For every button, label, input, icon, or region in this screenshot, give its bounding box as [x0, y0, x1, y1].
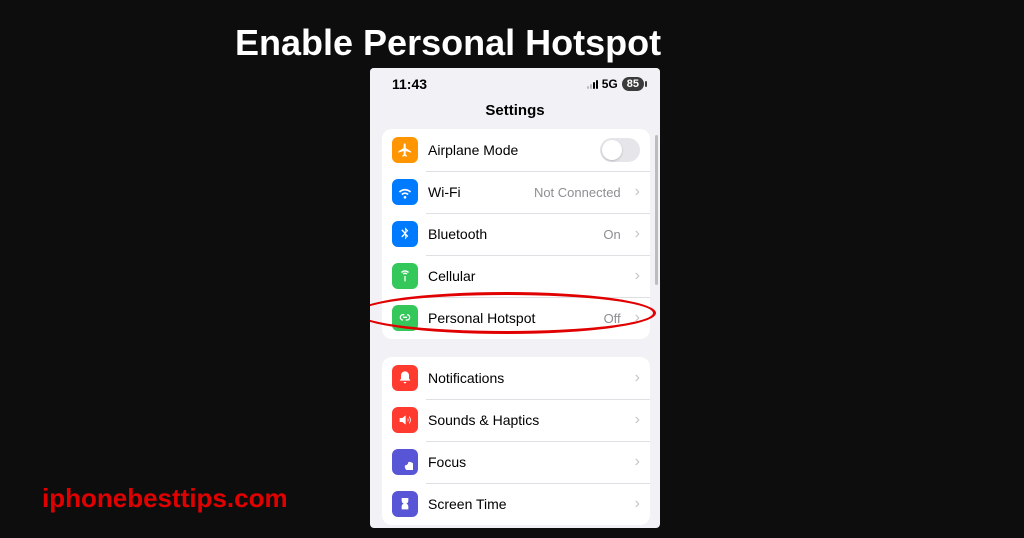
chevron-right-icon: ›: [635, 411, 640, 429]
screentime-icon: [392, 491, 418, 517]
row-focus[interactable]: Focus ›: [382, 441, 650, 483]
row-notifications[interactable]: Notifications ›: [382, 357, 650, 399]
row-label: Airplane Mode: [428, 142, 590, 158]
hotspot-icon: [392, 305, 418, 331]
row-cellular[interactable]: Cellular ›: [382, 255, 650, 297]
chevron-right-icon: ›: [635, 183, 640, 201]
watermark-text: iphonebesttips.com: [42, 483, 288, 514]
chevron-right-icon: ›: [635, 495, 640, 513]
network-label: 5G: [602, 77, 618, 91]
scrollbar[interactable]: [655, 135, 658, 285]
row-label: Screen Time: [428, 496, 621, 512]
bluetooth-icon: [392, 221, 418, 247]
sounds-icon: [392, 407, 418, 433]
chevron-right-icon: ›: [635, 369, 640, 387]
row-screen-time[interactable]: Screen Time ›: [382, 483, 650, 525]
row-value: Off: [604, 311, 621, 326]
row-label: Bluetooth: [428, 226, 593, 242]
status-bar: 11:43 5G 85: [370, 68, 660, 96]
row-bluetooth[interactable]: Bluetooth On ›: [382, 213, 650, 255]
settings-list: Airplane Mode Wi-Fi Not Connected › Blue…: [370, 129, 660, 528]
wifi-icon: [392, 179, 418, 205]
airplane-icon: [392, 137, 418, 163]
row-label: Notifications: [428, 370, 621, 386]
row-value: On: [603, 227, 620, 242]
settings-group-notifications: Notifications › Sounds & Haptics › Focus…: [382, 357, 650, 525]
chevron-right-icon: ›: [635, 453, 640, 471]
nav-title: Settings: [370, 96, 660, 129]
row-label: Personal Hotspot: [428, 310, 594, 326]
chevron-right-icon: ›: [635, 309, 640, 327]
page-heading: Enable Personal Hotspot: [235, 22, 661, 64]
phone-screenshot: 11:43 5G 85 Settings Airplane Mode Wi-F: [370, 68, 660, 528]
chevron-right-icon: ›: [635, 225, 640, 243]
focus-icon: [392, 449, 418, 475]
row-personal-hotspot[interactable]: Personal Hotspot Off ›: [382, 297, 650, 339]
row-value: Not Connected: [534, 185, 621, 200]
settings-group-connectivity: Airplane Mode Wi-Fi Not Connected › Blue…: [382, 129, 650, 339]
chevron-right-icon: ›: [635, 267, 640, 285]
notifications-icon: [392, 365, 418, 391]
battery-icon: 85: [622, 77, 644, 91]
cellular-icon: [392, 263, 418, 289]
row-wifi[interactable]: Wi-Fi Not Connected ›: [382, 171, 650, 213]
row-label: Sounds & Haptics: [428, 412, 621, 428]
row-label: Cellular: [428, 268, 621, 284]
status-right: 5G 85: [587, 77, 644, 91]
row-label: Focus: [428, 454, 621, 470]
status-time: 11:43: [392, 76, 427, 92]
signal-icon: [587, 79, 598, 89]
airplane-toggle[interactable]: [600, 138, 640, 162]
row-sounds-haptics[interactable]: Sounds & Haptics ›: [382, 399, 650, 441]
row-airplane-mode[interactable]: Airplane Mode: [382, 129, 650, 171]
row-label: Wi-Fi: [428, 184, 524, 200]
